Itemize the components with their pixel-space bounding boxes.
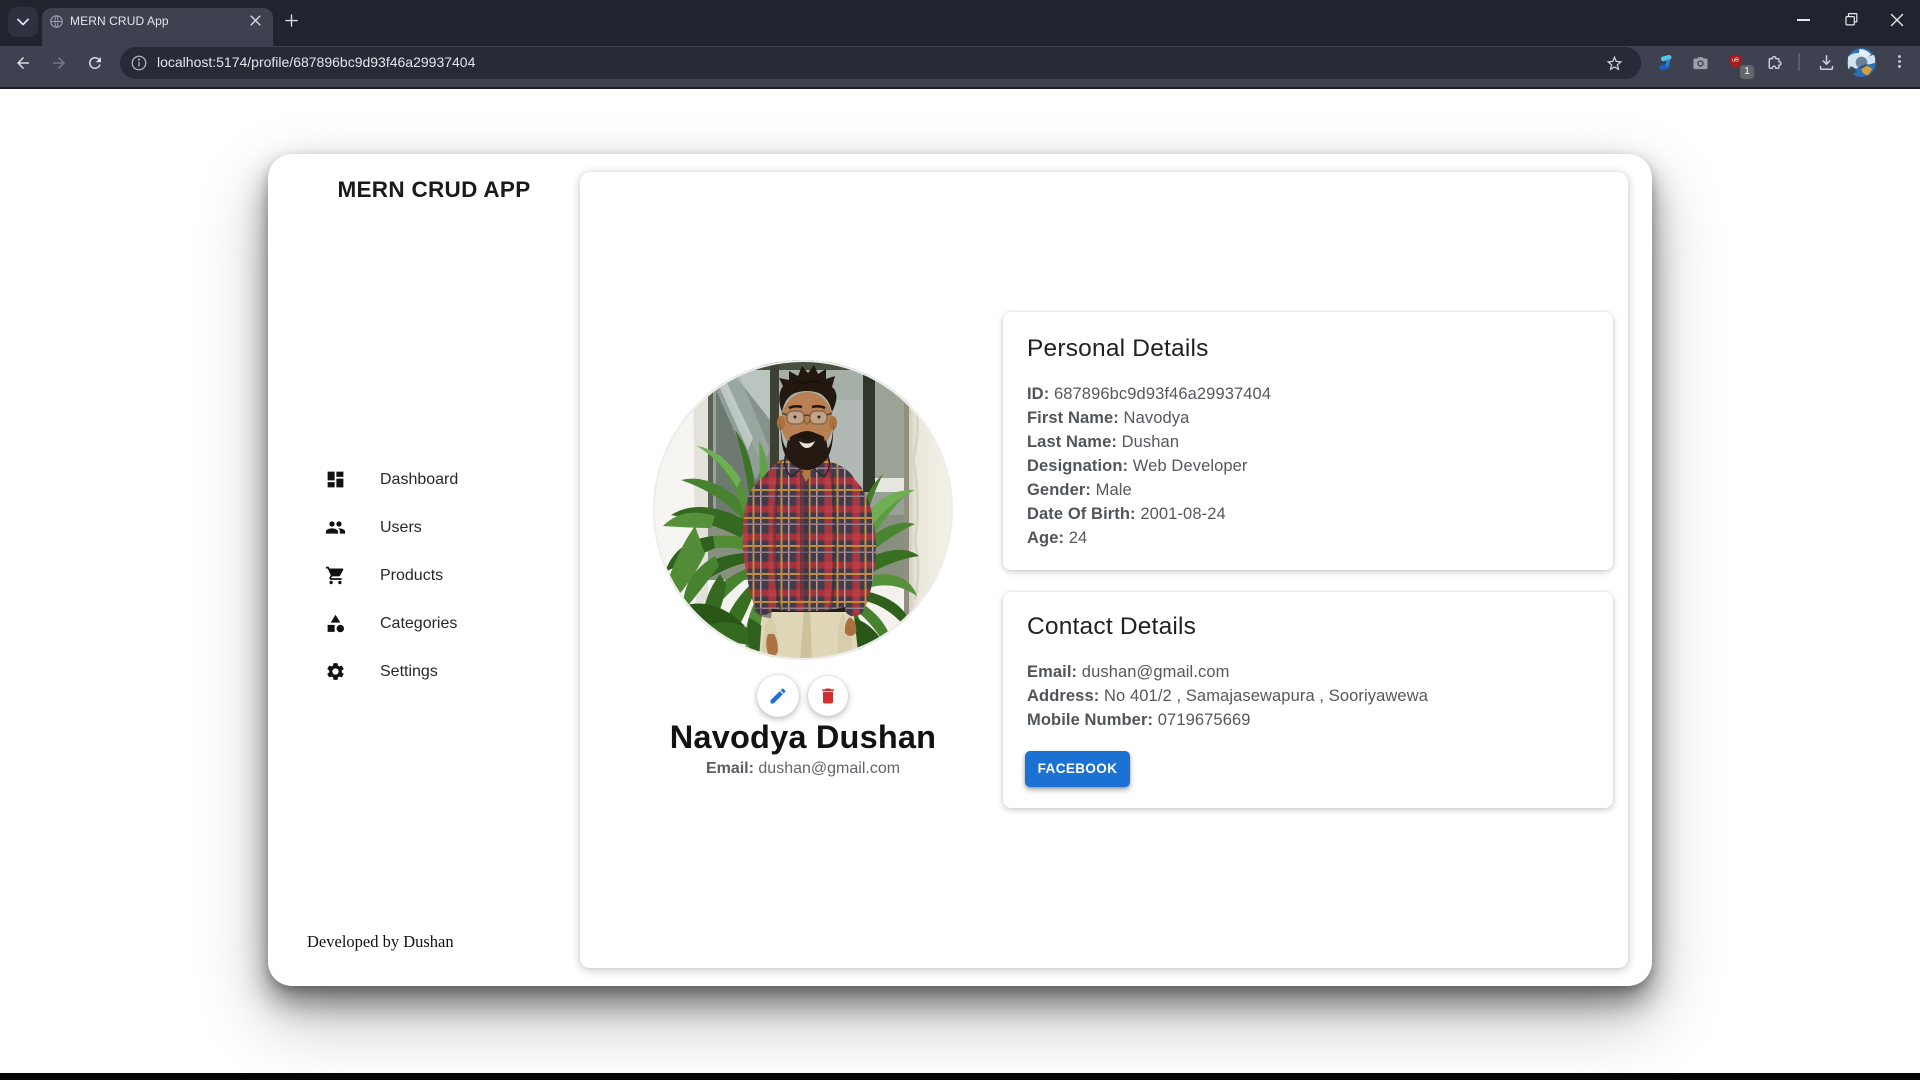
svg-text:uB: uB (1732, 58, 1739, 64)
